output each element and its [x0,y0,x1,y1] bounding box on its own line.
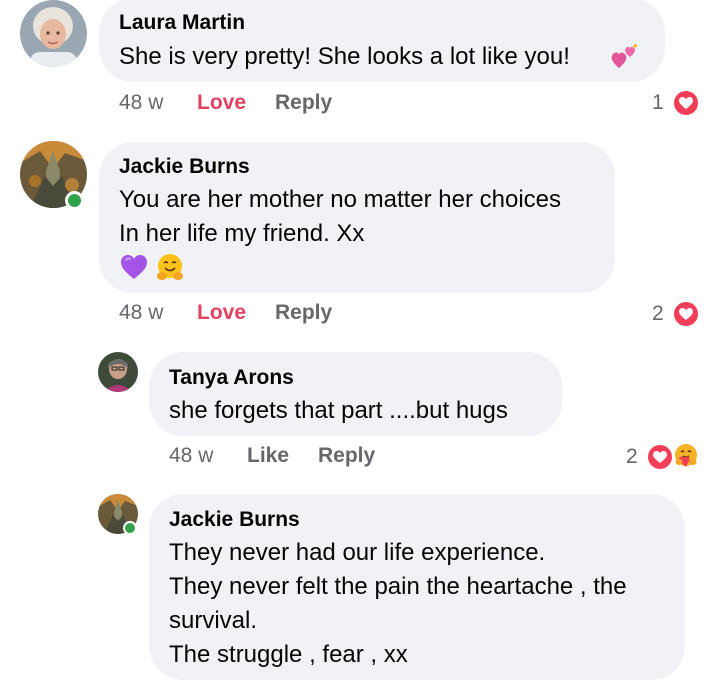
comment-text-line: You are her mother no matter her choices [119,186,562,213]
comment-text-line: survival. [169,607,258,634]
hugging-face-emoji [155,252,185,282]
comment-timestamp[interactable]: 48 w [119,91,163,115]
care-reaction-icon[interactable] [671,441,701,471]
comment-actions: 48 w Like Reply [169,444,569,474]
comment-author[interactable]: Laura Martin [119,11,245,35]
reply-button[interactable]: Reply [275,301,332,325]
reaction-count[interactable]: 2 [652,302,664,326]
online-status-indicator [123,521,137,535]
reply-button[interactable]: Reply [275,91,332,115]
comment-text-line: They never felt the pain the heartache ,… [169,573,627,600]
reply-comment: Jackie Burns They never had our life exp… [0,490,720,684]
comment-text-line: The struggle , fear , xx [169,641,408,668]
avatar[interactable] [20,0,87,67]
comment-text: she forgets that part ....but hugs [169,397,508,424]
comment-author[interactable]: Jackie Burns [119,155,250,179]
comment: Laura Martin She is very pretty! She loo… [0,0,720,130]
comment-text-line: They never had our life experience. [169,539,546,566]
comment-actions: 48 w Love Reply [119,91,519,121]
heart-reaction-icon[interactable] [672,300,700,328]
reaction-count[interactable]: 2 [626,445,638,469]
reaction-count[interactable]: 1 [652,91,664,115]
comment-author[interactable]: Tanya Arons [169,366,294,390]
comment-timestamp[interactable]: 48 w [119,301,163,325]
online-status-indicator [65,191,84,210]
comment-timestamp[interactable]: 48 w [169,444,213,468]
reply-comment: Tanya Arons she forgets that part ....bu… [0,350,720,485]
comment-text: She is very pretty! She looks a lot like… [119,43,570,70]
comment-thread: Laura Martin She is very pretty! She loo… [0,0,720,684]
heart-reaction-icon[interactable] [646,443,674,471]
comment-text-line: In her life my friend. Xx [119,220,365,247]
avatar[interactable] [98,352,138,392]
love-button[interactable]: Love [197,91,246,115]
reply-button[interactable]: Reply [318,444,375,468]
heart-reaction-icon[interactable] [672,89,700,117]
like-button[interactable]: Like [247,444,289,468]
comment-actions: 48 w Love Reply [119,301,519,331]
love-button[interactable]: Love [197,301,246,325]
comment-author[interactable]: Jackie Burns [169,508,300,532]
sparkling-hearts-emoji [609,41,639,71]
comment: Jackie Burns You are her mother no matte… [0,140,720,340]
purple-heart-emoji [119,252,149,282]
